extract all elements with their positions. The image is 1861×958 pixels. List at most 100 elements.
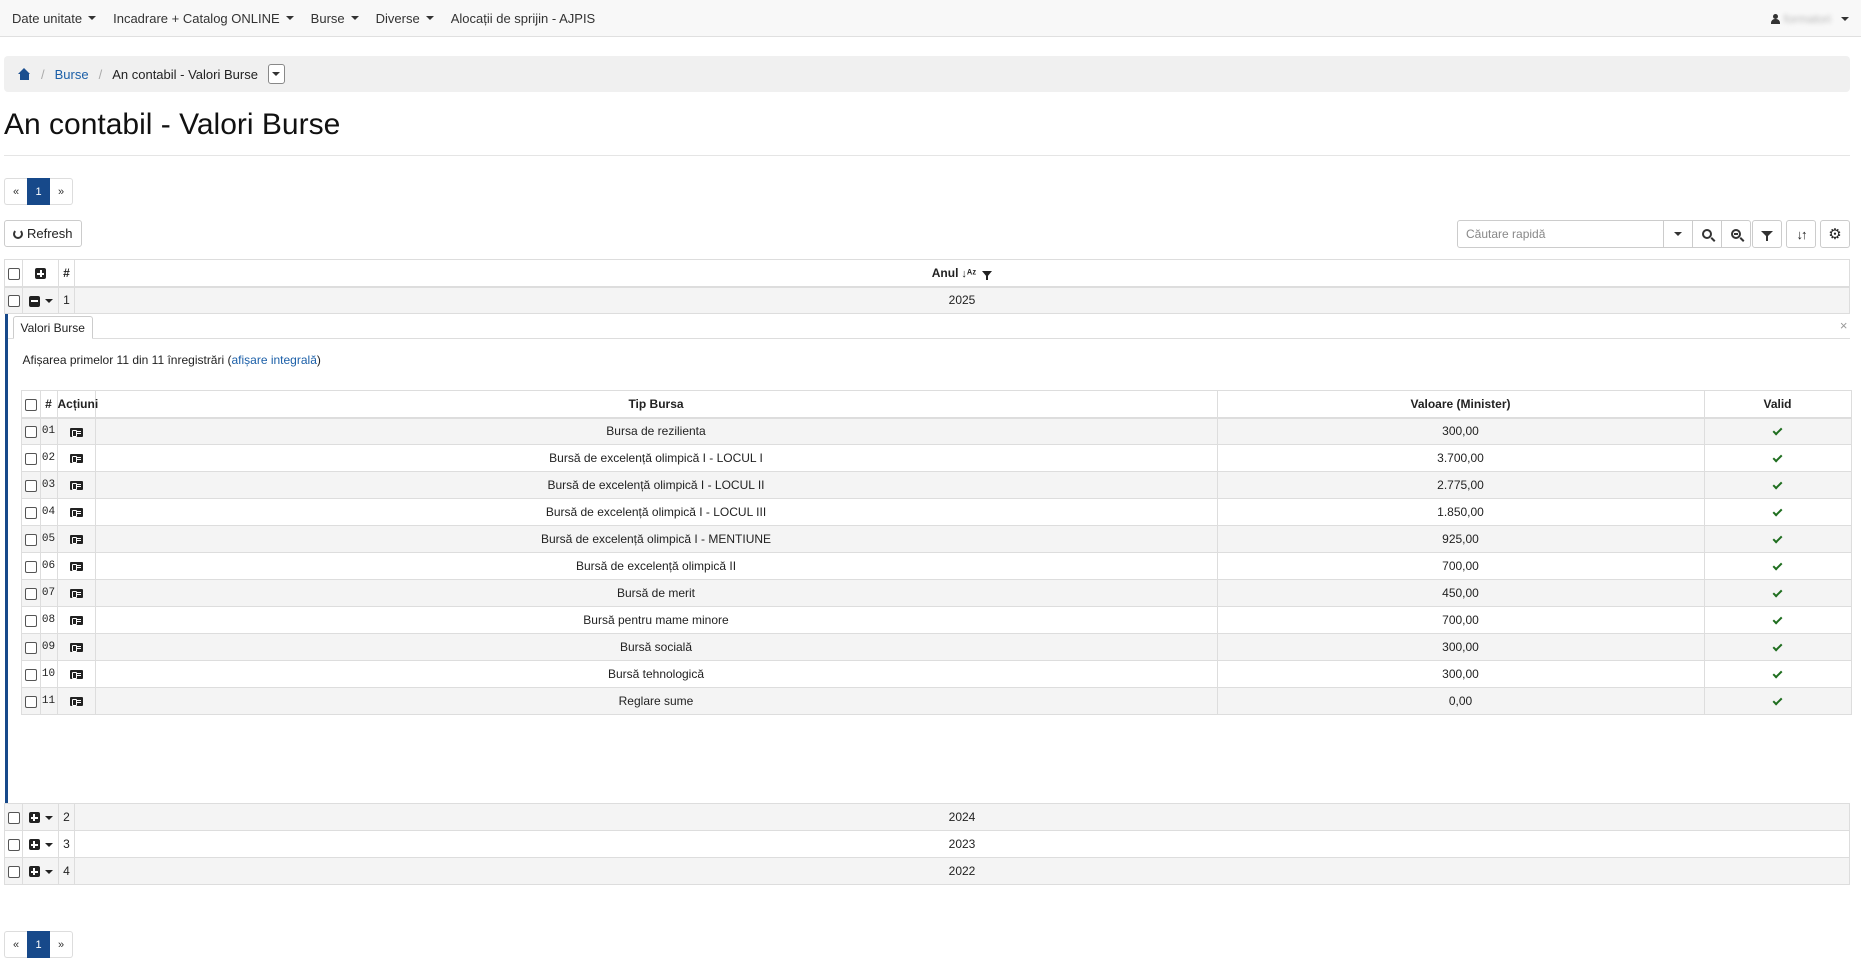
row-checkbox[interactable]	[24, 452, 37, 465]
table-row[interactable]: 08 Bursă pentru mame minore 700,00	[20, 606, 1852, 634]
user-menu[interactable]: formatori	[1770, 0, 1849, 37]
tab-valori-burse[interactable]: Valori Burse	[12, 316, 93, 339]
pagination-next[interactable]: »	[50, 931, 73, 958]
row-checkbox[interactable]	[7, 811, 20, 824]
user-name: formatori	[1783, 11, 1831, 26]
expand-icon[interactable]	[28, 812, 40, 824]
edit-icon[interactable]	[69, 427, 83, 437]
refresh-label: Refresh	[27, 226, 73, 241]
breadcrumb-link-burse[interactable]: Burse	[55, 67, 89, 82]
edit-icon[interactable]	[69, 535, 83, 545]
pagination-prev[interactable]: «	[4, 178, 27, 205]
edit-icon[interactable]	[69, 670, 83, 680]
table-row[interactable]: 05 Bursă de excelență olimpică I - MENTIU…	[20, 525, 1852, 553]
search-button[interactable]	[1693, 220, 1722, 248]
row-valid-cell	[1703, 498, 1852, 526]
row-checkbox[interactable]	[24, 641, 37, 654]
row-checkbox[interactable]	[7, 295, 20, 308]
row-actions-cell	[56, 444, 96, 472]
expand-icon[interactable]	[28, 839, 40, 851]
row-checkbox[interactable]	[24, 426, 37, 439]
caret-down-icon	[285, 16, 294, 20]
row-checkbox[interactable]	[24, 614, 37, 627]
table-row[interactable]: 1 2025	[4, 286, 1850, 314]
filter-button[interactable]	[1752, 220, 1782, 248]
show-all-link[interactable]: afișare integrală	[231, 353, 316, 367]
row-menu-caret-icon[interactable]	[44, 815, 53, 820]
column-filter-icon[interactable]	[982, 270, 993, 280]
pagination-bottom: « 1 »	[4, 931, 73, 958]
edit-icon[interactable]	[69, 589, 83, 599]
edit-icon[interactable]	[69, 616, 83, 626]
edit-icon[interactable]	[69, 508, 83, 518]
row-code: 09	[39, 633, 58, 661]
expand-all-cell	[22, 259, 59, 288]
search-input[interactable]	[1457, 220, 1664, 248]
row-actions-cell	[56, 579, 96, 607]
row-checkbox[interactable]	[24, 479, 37, 492]
table-row[interactable]: 4 2022	[4, 857, 1850, 885]
row-checkbox[interactable]	[24, 587, 37, 600]
expand-all-icon[interactable]	[35, 268, 46, 280]
nav-alocatii-sprijin[interactable]: Alocații de sprijin - AJPIS	[451, 11, 596, 26]
edit-icon[interactable]	[69, 481, 83, 491]
edit-icon[interactable]	[69, 697, 83, 707]
expand-icon[interactable]	[28, 866, 40, 878]
refresh-icon	[13, 228, 23, 239]
sort-ascending-icon[interactable]: ↓ᴬᶻ	[961, 268, 976, 280]
table-row[interactable]: 06 Bursă de excelență olimpică II 700,00	[20, 552, 1852, 580]
breadcrumb-dropdown-button[interactable]	[267, 64, 285, 84]
table-row[interactable]: 2 2024	[4, 803, 1850, 831]
edit-icon[interactable]	[69, 454, 83, 464]
settings-button[interactable]: ⚙	[1820, 220, 1850, 248]
sub-select-all-checkbox[interactable]	[24, 398, 37, 411]
pagination-next[interactable]: »	[50, 178, 73, 205]
table-row[interactable]: 07 Bursă de merit 450,00	[20, 579, 1852, 607]
row-code: 05	[39, 525, 58, 553]
home-icon[interactable]	[18, 68, 31, 80]
close-icon[interactable]: ×	[1840, 318, 1848, 333]
row-code: 01	[39, 417, 58, 445]
table-row[interactable]: 3 2023	[4, 830, 1850, 858]
row-checkbox[interactable]	[24, 506, 37, 519]
records-info-prefix: Afișarea primelor 11 din 11 înregistrări…	[22, 353, 232, 367]
row-checkbox[interactable]	[7, 865, 20, 878]
row-checkbox[interactable]	[24, 560, 37, 573]
nav-date-unitate[interactable]: Date unitate	[12, 11, 97, 26]
row-checkbox[interactable]	[7, 838, 20, 851]
table-row[interactable]: 02 Bursă de excelență olimpică I - LOCUL …	[20, 444, 1852, 472]
table-row[interactable]: 09 Bursă socială 300,00	[20, 633, 1852, 661]
row-checkbox[interactable]	[24, 695, 37, 708]
row-select-cell	[20, 471, 41, 499]
search-options-button[interactable]	[1664, 220, 1693, 248]
row-select-cell	[20, 660, 41, 688]
column-header-num: #	[39, 390, 58, 419]
collapse-icon[interactable]	[28, 295, 40, 307]
pagination-page-1[interactable]: 1	[27, 178, 50, 205]
caret-down-icon	[1674, 232, 1682, 236]
select-all-checkbox[interactable]	[7, 267, 20, 280]
pagination-page-1[interactable]: 1	[27, 931, 50, 958]
refresh-button[interactable]: Refresh	[4, 220, 82, 247]
nav-burse[interactable]: Burse	[311, 11, 359, 26]
table-row[interactable]: 11 Reglare sume 0,00	[20, 687, 1852, 715]
table-row[interactable]: 10 Bursă tehnologică 300,00	[20, 660, 1852, 688]
row-menu-caret-icon[interactable]	[44, 869, 53, 874]
edit-icon[interactable]	[69, 643, 83, 653]
row-checkbox[interactable]	[24, 533, 37, 546]
edit-icon[interactable]	[69, 562, 83, 572]
row-menu-caret-icon[interactable]	[44, 842, 53, 847]
row-menu-caret-icon[interactable]	[44, 299, 53, 304]
table-row[interactable]: 01 Bursa de rezilienta 300,00	[20, 417, 1852, 445]
sub-select-all-cell	[20, 390, 41, 419]
table-row[interactable]: 04 Bursă de excelență olimpică I - LOCUL …	[20, 498, 1852, 526]
row-select-cell	[20, 606, 41, 634]
column-header-anul[interactable]: Anul ↓ᴬᶻ	[74, 259, 1850, 288]
nav-incadrare-catalog[interactable]: Incadrare + Catalog ONLINE	[113, 11, 294, 26]
row-checkbox[interactable]	[24, 668, 37, 681]
table-row[interactable]: 03 Bursă de excelență olimpică I - LOCUL …	[20, 471, 1852, 499]
advanced-search-button[interactable]	[1722, 220, 1751, 248]
sort-button[interactable]: ↓↑	[1786, 220, 1816, 248]
nav-diverse[interactable]: Diverse	[376, 11, 434, 26]
pagination-prev[interactable]: «	[4, 931, 27, 958]
